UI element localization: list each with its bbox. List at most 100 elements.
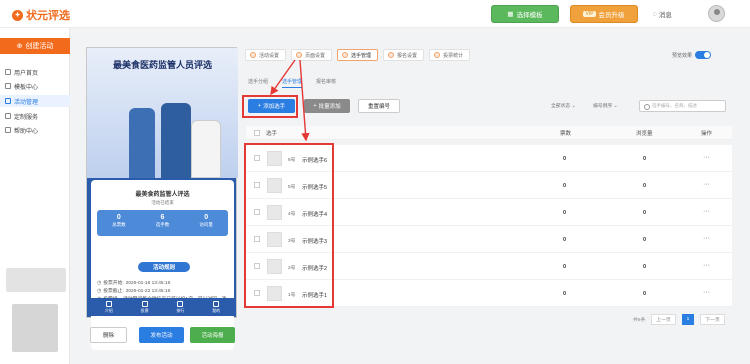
sidebar: ⊕ 创建活动 用户首页 模板中心 活动管理 定制服务 帮助中心 (0, 28, 70, 364)
page-number[interactable]: 1 (681, 314, 695, 325)
tab-mine[interactable]: 我的 (198, 298, 234, 316)
message-icon: ◌ (653, 10, 657, 18)
view-count: 0 (643, 264, 647, 270)
app-logo[interactable]: ✦ 状元评选 (12, 7, 70, 23)
sidebar-item-custom-service[interactable]: 定制服务 (0, 110, 70, 122)
sidebar-item-home[interactable]: 用户首页 (0, 66, 70, 78)
template-icon: ▦ (507, 11, 514, 18)
sort-filter[interactable]: 编号倒序 ⌄ (593, 102, 618, 109)
stats-panel: 0 总票数 6 选手数 0 访问量 (97, 210, 228, 236)
vote-count: 0 (563, 291, 567, 297)
member-upgrade-button[interactable]: VIP 会员升级 (570, 5, 638, 23)
prev-page-button[interactable]: 上一页 (651, 314, 676, 325)
vote-count: 0 (563, 156, 567, 162)
more-options-button[interactable]: ··· (703, 289, 710, 296)
column-operations: 操作 (701, 131, 713, 137)
top-bar: ✦ 状元评选 ▦ 选择模板 VIP 会员升级 ◌ 消息 (0, 0, 750, 28)
pagination: 共6条 上一页 1 下一页 (633, 314, 725, 325)
sidebar-item-templates[interactable]: 模板中心 (0, 80, 70, 92)
mobile-preview: 最美食医药监管人员评选 最美食药监管人评选 活动已结束 0 总票数 6 选手数 … (86, 47, 238, 350)
shelf-figure (191, 120, 221, 178)
step-contestant-management[interactable]: 选手管理 (337, 49, 379, 61)
clock-icon: ◷ (97, 281, 102, 286)
clock-icon: ◷ (97, 289, 102, 294)
info-row: ◷ 投票截止: 2025-01-22 13:45:16 (97, 289, 171, 294)
tab-intro[interactable]: 介绍 (91, 298, 127, 316)
stat-contestants: 6 选手数 (155, 214, 170, 227)
sidebar-item-activity-management[interactable]: 活动管理 (0, 95, 70, 107)
vote-count: 0 (563, 237, 567, 243)
reset-numbers-button[interactable]: 重置编号 (358, 99, 400, 113)
view-count: 0 (643, 237, 647, 243)
user-avatar[interactable] (708, 5, 725, 22)
next-page-button[interactable]: 下一页 (700, 314, 725, 325)
column-votes: 票数 (560, 131, 572, 137)
messages-link[interactable]: ◌ 消息 (653, 9, 672, 20)
grid-icon (5, 98, 11, 104)
service-icon (5, 113, 11, 119)
view-count: 0 (643, 210, 647, 216)
more-options-button[interactable]: ··· (703, 154, 710, 161)
step-signup-settings[interactable]: 报名设置 (383, 49, 425, 61)
stat-total-votes: 0 总票数 (112, 214, 126, 227)
sidebar-item-help[interactable]: 帮助中心 (0, 124, 70, 136)
search-placeholder: 选手编号、名称、描述 (652, 103, 697, 108)
preview-effect-toggle[interactable]: 预览效果 (672, 51, 712, 59)
step-icon (388, 52, 395, 58)
select-template-button[interactable]: ▦ 选择模板 (491, 5, 559, 23)
activity-rules-button[interactable]: 活动规则 (138, 262, 190, 272)
step-icon (434, 52, 441, 58)
home-icon (5, 69, 11, 75)
activity-status: 活动已结束 (151, 200, 174, 205)
qr-code-image (12, 304, 58, 352)
view-count: 0 (643, 183, 647, 189)
annotation-arrows (270, 59, 310, 142)
preview-switch[interactable] (695, 51, 712, 59)
stat-visits: 0 访问量 (199, 214, 213, 227)
column-views: 浏览量 (636, 131, 653, 137)
help-icon (5, 127, 11, 133)
tab-vote[interactable]: 投票 (127, 298, 163, 316)
step-vote-statistics[interactable]: 投票统计 (429, 49, 471, 61)
arrow-to-list (299, 59, 310, 142)
status-filter[interactable]: 全部状态 ⌄ (551, 102, 576, 109)
blurred-promo (6, 268, 66, 292)
logo-text: 状元评选 (26, 10, 70, 22)
vote-count: 0 (563, 183, 567, 189)
tab-rank[interactable]: 排行 (163, 298, 199, 316)
chevron-down-icon: ⌄ (613, 104, 618, 109)
chevron-down-icon: ⌄ (571, 104, 576, 109)
activity-poster-button[interactable]: 活动海报 (190, 327, 235, 343)
plus-icon: ⊕ (16, 43, 23, 50)
vip-badge: VIP (583, 11, 596, 17)
preview-card: 最美食药监管人评选 活动已结束 0 总票数 6 选手数 0 访问量 活动规则 ◷… (91, 180, 234, 350)
template-icon (5, 83, 11, 89)
officer-figure (129, 108, 155, 178)
banner-title: 最美食医药监管人员评选 (112, 60, 212, 70)
search-input[interactable]: 选手编号、名称、描述 (639, 100, 726, 112)
vote-icon (141, 300, 148, 307)
preview-tabbar: 介绍 投票 排行 我的 (91, 298, 234, 316)
create-activity-button[interactable]: ⊕ 创建活动 (0, 38, 70, 54)
more-options-button[interactable]: ··· (703, 208, 710, 215)
card-title: 最美食药监管人评选 (135, 192, 190, 198)
intro-icon (105, 300, 112, 307)
highlight-box-contestant-list (244, 143, 334, 308)
user-icon (213, 300, 220, 307)
vote-count: 0 (563, 210, 567, 216)
logo-icon: ✦ (12, 9, 23, 21)
arrow-to-add-button (270, 59, 296, 96)
step-icon (342, 52, 349, 58)
vote-count: 0 (563, 264, 567, 270)
more-options-button[interactable]: ··· (703, 181, 710, 188)
rank-icon (177, 300, 184, 307)
more-options-button[interactable]: ··· (703, 235, 710, 242)
info-row: ◷ 投票开始: 2025-01-16 13:45:16 (97, 281, 171, 286)
view-count: 0 (643, 156, 647, 162)
total-count: 共6条 (633, 318, 646, 323)
view-count: 0 (643, 291, 647, 297)
officer-figure (161, 103, 191, 178)
more-options-button[interactable]: ··· (703, 262, 710, 269)
publish-activity-button[interactable]: 发布活动 (139, 327, 184, 343)
delete-button[interactable]: 删除 (90, 327, 127, 343)
